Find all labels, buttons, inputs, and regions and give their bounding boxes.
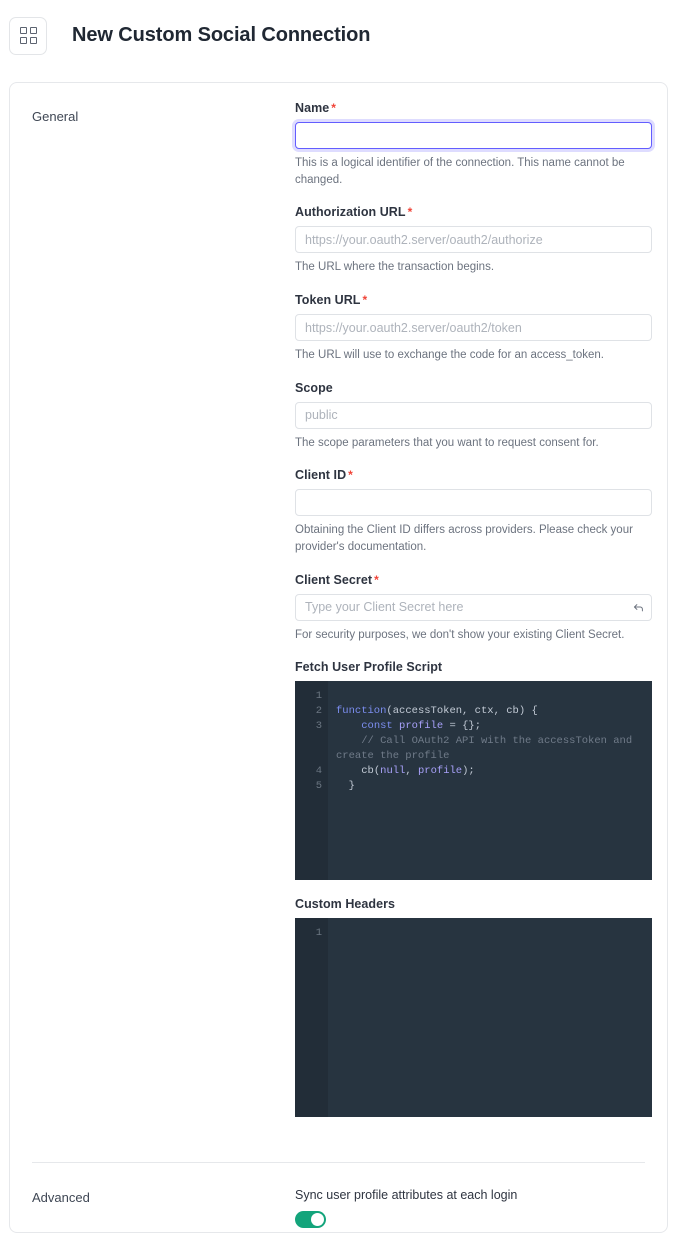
authorization-url-label-text: Authorization URL [295, 205, 406, 220]
name-input[interactable] [295, 122, 652, 149]
name-label: Name * [295, 101, 652, 115]
custom-headers-editor-code[interactable] [328, 918, 652, 1117]
line-number: 1 [315, 927, 322, 940]
custom-headers-label: Custom Headers [295, 897, 396, 912]
client-id-required-asterisk: * [348, 468, 353, 483]
line-number: 1 [315, 690, 322, 703]
client-secret-label: Client Secret * [295, 573, 652, 587]
field-client-secret: Client Secret* For security purposes, we… [295, 573, 652, 644]
general-section-label: General [32, 109, 79, 124]
page-header: New Custom Social Connection [0, 0, 677, 62]
general-section-body: Name * This is a logical identifier of th… [295, 101, 652, 1134]
app-icon-button[interactable] [9, 16, 47, 55]
fetch-user-profile-script-editor[interactable]: 1 2 3 4 5 function(accessToken, ctx, cb)… [295, 681, 652, 881]
name-hint: This is a logical identifier of the conn… [295, 157, 625, 186]
scope-input[interactable] [295, 401, 652, 429]
scope-label: Scope [295, 381, 652, 395]
undo-arrow-icon[interactable] [625, 595, 651, 620]
authorization-url-hint: The URL where the transaction begins. [295, 261, 495, 274]
field-scope: Scope The scope parameters that you want… [295, 381, 652, 452]
token-url-label-text: Token URL [295, 293, 361, 308]
field-fetch-user-profile-script: Fetch User Profile Script 1 2 3 4 5 func… [295, 660, 652, 881]
line-number: 2 [315, 705, 322, 718]
scope-hint: The scope parameters that you want to re… [295, 436, 599, 449]
client-id-label: Client ID * [295, 468, 652, 482]
authorization-url-input[interactable] [295, 226, 652, 254]
field-client-id: Client ID * Obtaining the Client ID diffe… [295, 468, 652, 555]
token-url-input[interactable] [295, 314, 652, 342]
field-name: Name * This is a logical identifier of th… [295, 101, 652, 188]
field-custom-headers: Custom Headers 1 [295, 897, 652, 1118]
client-id-label-text: Client ID [295, 468, 347, 483]
page-title: New Custom Social Connection [72, 24, 371, 46]
token-url-label: Token URL * [295, 293, 652, 307]
sync-user-profile-toggle-label: Sync user profile attributes at each log… [295, 1188, 518, 1203]
settings-card: General Name * This is a logical identifi… [9, 82, 668, 1233]
client-secret-input-wrapper [295, 593, 652, 621]
scope-label-text: Scope [295, 380, 333, 395]
field-token-url: Token URL* The URL will use to exchange … [295, 293, 652, 364]
general-section: General Name * This is a logical identifi… [10, 83, 667, 1134]
advanced-section: Advanced Sync user profile attributes at… [10, 1163, 667, 1232]
client-secret-label-text: Client Secret [295, 572, 373, 587]
token-url-required-asterisk: * [362, 293, 368, 308]
name-required-asterisk: * [331, 101, 336, 115]
authorization-url-label: Authorization URL * [295, 205, 652, 219]
client-secret-input[interactable] [295, 593, 652, 621]
token-url-hint: The URL will use to exchange the code fo… [295, 349, 604, 362]
authorization-url-required-asterisk: * [407, 205, 413, 220]
custom-headers-editor[interactable]: 1 [295, 918, 652, 1118]
advanced-section-label: Advanced [32, 1190, 90, 1206]
field-authorization-url: Authorization URL* The URL where the tra… [295, 205, 652, 276]
client-id-hint: Obtaining the Client ID differs across p… [295, 524, 633, 554]
script-editor-code[interactable]: function(accessToken, ctx, cb) { const p… [328, 681, 652, 880]
toggle-knob [311, 1213, 324, 1227]
line-number: 3 [315, 720, 322, 733]
line-number: 5 [315, 780, 322, 793]
client-secret-hint: For security purposes, we don't show you… [295, 628, 625, 641]
sync-user-profile-toggle[interactable] [295, 1211, 326, 1229]
client-secret-required-asterisk: * [374, 572, 379, 587]
advanced-section-body: Sync user profile attributes at each log… [295, 1188, 645, 1232]
grid-icon [19, 27, 37, 44]
script-editor-gutter: 1 2 3 4 5 [295, 681, 328, 881]
client-id-input[interactable] [295, 489, 652, 517]
name-label-text: Name [295, 101, 330, 115]
fetch-user-profile-script-label: Fetch User Profile Script [295, 660, 443, 675]
custom-headers-editor-gutter: 1 [295, 918, 328, 1118]
line-number: 4 [315, 765, 322, 778]
